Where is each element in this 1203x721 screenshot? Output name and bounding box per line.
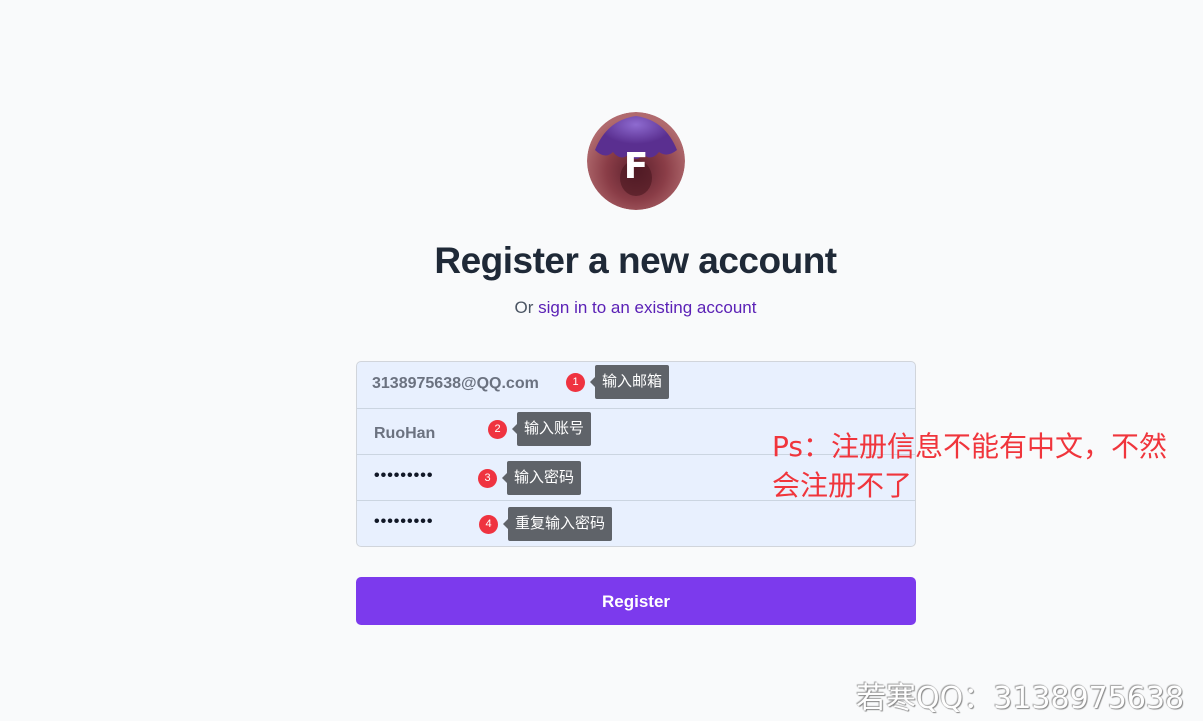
watermark: 若寒QQ：3138975638: [856, 681, 1185, 716]
tip-confirm-password: 重复输入密码: [502, 507, 613, 541]
step-badge-1: 1: [566, 373, 585, 392]
annotation-line-2: 会注册不了: [772, 469, 913, 502]
tip-password: 输入密码: [501, 461, 582, 495]
subtitle-prefix: Or: [514, 298, 534, 317]
register-button[interactable]: Register: [356, 577, 916, 625]
step-badge-3: 3: [478, 469, 497, 488]
email-value: 3138975638@QQ.com: [372, 375, 539, 392]
app-logo: F: [587, 112, 685, 210]
logo-image: F: [587, 112, 685, 210]
step-badge-2: 2: [488, 420, 507, 439]
password-value: •••••••••: [374, 467, 434, 484]
subtitle: Or sign in to an existing account: [0, 298, 1203, 318]
page-title: Register a new account: [434, 240, 837, 281]
confirm-password-value: •••••••••: [374, 513, 434, 530]
confirm-password-field[interactable]: •••••••••: [357, 500, 915, 546]
annotation-line-1: Ps：注册信息不能有中文，不然: [772, 430, 1167, 463]
step-badge-4: 4: [479, 515, 498, 534]
register-page: F Register a new account Or sign in to a…: [0, 0, 1203, 721]
annotation-note: Ps：注册信息不能有中文，不然 会注册不了: [772, 427, 1192, 505]
logo-letter: F: [624, 146, 649, 187]
tip-username: 输入账号: [511, 412, 592, 446]
tip-email: 输入邮箱: [589, 365, 670, 399]
signin-link[interactable]: sign in to an existing account: [538, 298, 756, 317]
username-value: RuoHan: [374, 425, 436, 442]
